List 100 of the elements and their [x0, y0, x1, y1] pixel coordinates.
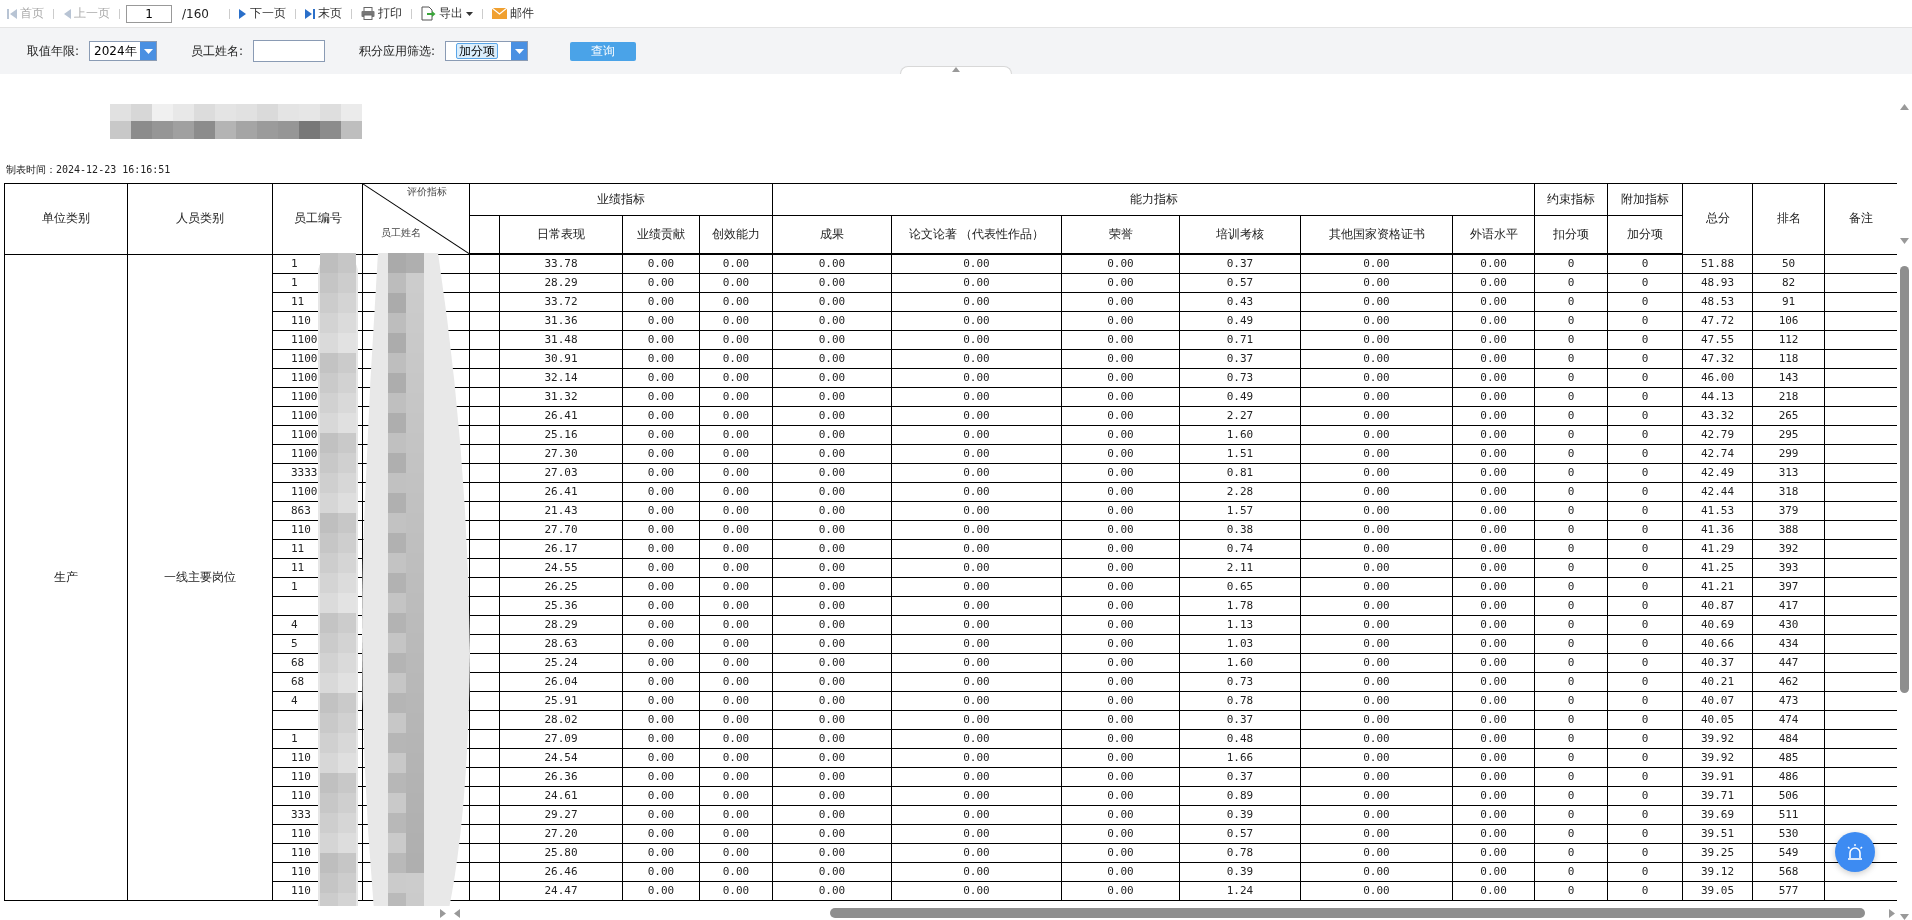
table-cell: 0.00 — [1061, 748, 1180, 768]
table-cell: 40.87 — [1682, 596, 1753, 616]
table-cell: 0 — [1534, 653, 1608, 673]
collapse-toggle[interactable] — [900, 66, 1012, 74]
table-cell: 0.00 — [1300, 482, 1453, 502]
table-cell: 0.00 — [1300, 330, 1453, 350]
mail-button[interactable]: 邮件 — [488, 2, 537, 25]
table-cell: 0.00 — [891, 558, 1062, 578]
table-cell: 28.63 — [499, 634, 623, 654]
table-cell: 0 — [1534, 501, 1608, 521]
table-cell: 0.00 — [1300, 786, 1453, 806]
table-cell: 0.00 — [1061, 824, 1180, 844]
table-cell: 0.00 — [622, 881, 700, 901]
table-cell: 39.69 — [1682, 805, 1753, 825]
table-cell: 0.00 — [699, 482, 773, 502]
table-cell: 0 — [1534, 406, 1608, 426]
table-cell: 91 — [1752, 292, 1825, 312]
table-cell: 0 — [1607, 862, 1683, 882]
table-cell: 0.00 — [1061, 843, 1180, 863]
table-cell: 0 — [1607, 273, 1683, 293]
last-page-button[interactable]: 末页 — [301, 2, 345, 25]
table-cell: 33.78 — [499, 254, 623, 274]
scroll-down-icon — [1900, 914, 1909, 920]
table-cell: 26.36 — [499, 767, 623, 787]
scrollbar-thumb[interactable] — [1900, 266, 1909, 693]
table-cell: 0.00 — [1300, 862, 1453, 882]
scrollbar-thumb[interactable] — [830, 908, 1865, 918]
table-cell: 0 — [1607, 634, 1683, 654]
table-cell: 0.00 — [1300, 691, 1453, 711]
table-cell: 0 — [1534, 748, 1608, 768]
table-cell: 0.00 — [772, 406, 892, 426]
table-cell: 0 — [1607, 292, 1683, 312]
filter-select[interactable]: 加分项 — [445, 41, 529, 61]
table-cell: 一线主要岗位 — [127, 254, 273, 901]
table-cell: 506 — [1752, 786, 1825, 806]
table-cell: 1.66 — [1179, 748, 1301, 768]
table-cell: 0.00 — [622, 558, 700, 578]
next-page-button[interactable]: 下一页 — [235, 2, 289, 25]
alarm-button[interactable] — [1835, 832, 1875, 872]
table-cell: 40.69 — [1682, 615, 1753, 635]
table-cell: 0.00 — [1300, 406, 1453, 426]
table-cell: 2.28 — [1179, 482, 1301, 502]
table-cell: 0.00 — [772, 520, 892, 540]
page-number-field[interactable]: 1 — [126, 4, 172, 23]
table-cell: 0.00 — [891, 653, 1062, 673]
table-cell: 0.00 — [1061, 558, 1180, 578]
table-cell: 0.00 — [1452, 748, 1535, 768]
table-cell: 0.00 — [622, 748, 700, 768]
table-cell: 0.00 — [622, 406, 700, 426]
table-cell: 0.00 — [772, 596, 892, 616]
year-select[interactable]: 2024年 — [89, 41, 158, 61]
table-cell: 0.00 — [699, 444, 773, 464]
table-cell: 27.09 — [499, 729, 623, 749]
export-button[interactable]: 导出 — [417, 2, 476, 25]
table-cell: 0.00 — [699, 292, 773, 312]
table-cell: 473 — [1752, 691, 1825, 711]
table-cell: 0.00 — [1300, 615, 1453, 635]
table-cell: 0.00 — [1300, 577, 1453, 597]
table-cell: 0.57 — [1179, 824, 1301, 844]
table-cell: 48.53 — [1682, 292, 1753, 312]
table-cell: 0 — [1607, 672, 1683, 692]
table-cell: 24.61 — [499, 786, 623, 806]
table-cell: 379 — [1752, 501, 1825, 521]
table-cell: 0.00 — [772, 368, 892, 388]
table-cell: 0.00 — [891, 710, 1062, 730]
table-cell: 40.21 — [1682, 672, 1753, 692]
table-cell: 462 — [1752, 672, 1825, 692]
table-cell: 40.66 — [1682, 634, 1753, 654]
table-cell: 0 — [1607, 520, 1683, 540]
table-cell: 0.00 — [622, 330, 700, 350]
table-cell: 26.41 — [499, 406, 623, 426]
table-cell: 25.36 — [499, 596, 623, 616]
column-header: 培训考核 — [1179, 215, 1301, 254]
table-cell: 31.48 — [499, 330, 623, 350]
name-input-field[interactable] — [253, 40, 326, 62]
table-cell: 0.00 — [891, 596, 1062, 616]
table-cell: 0 — [1534, 539, 1608, 559]
table-cell: 0.00 — [891, 672, 1062, 692]
table-cell: 47.55 — [1682, 330, 1753, 350]
filter-label: 积分应用筛选: — [359, 42, 436, 60]
table-cell: 0 — [1607, 805, 1683, 825]
table-cell: 0.00 — [1452, 425, 1535, 445]
table-cell: 0.00 — [1452, 577, 1535, 597]
table-cell: 0.00 — [1452, 311, 1535, 331]
table-cell: 0.00 — [699, 501, 773, 521]
export-icon — [420, 6, 436, 21]
table-cell: 0.00 — [891, 843, 1062, 863]
table-cell: 44.13 — [1682, 387, 1753, 407]
table-cell: 42.49 — [1682, 463, 1753, 483]
filter-tag[interactable]: 加分项 — [456, 43, 499, 59]
table-cell: 0.00 — [891, 729, 1062, 749]
table-cell: 484 — [1752, 729, 1825, 749]
table-cell: 0.00 — [772, 330, 892, 350]
table-cell: 0.00 — [699, 634, 773, 654]
print-button[interactable]: 打印 — [357, 2, 405, 25]
table-cell: 31.32 — [499, 387, 623, 407]
table-cell: 0.00 — [699, 805, 773, 825]
table-cell: 0.00 — [699, 691, 773, 711]
table-cell: 28.29 — [499, 273, 623, 293]
table-cell: 0.00 — [1061, 501, 1180, 521]
